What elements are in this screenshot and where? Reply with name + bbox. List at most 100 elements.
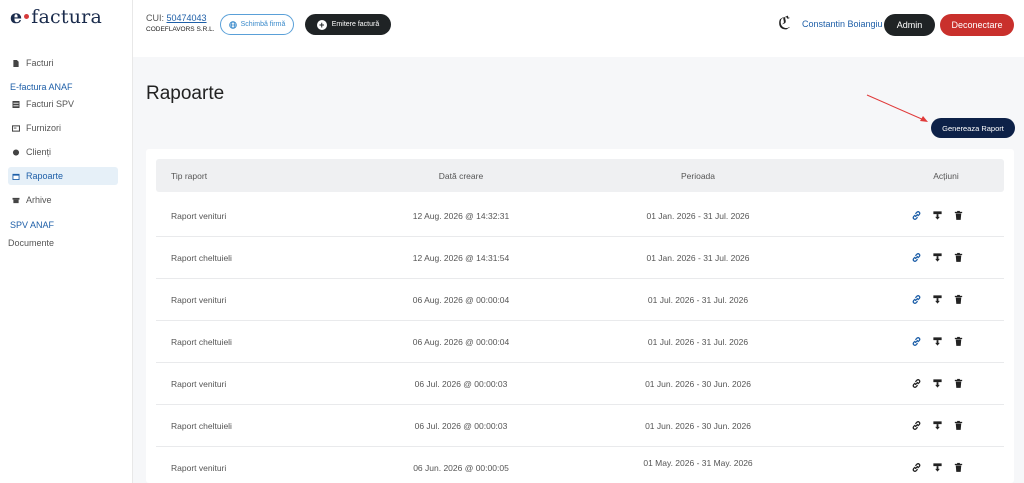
report-created: 06 Jul. 2026 @ 00:00:03 — [414, 379, 508, 389]
trash-icon[interactable] — [953, 210, 964, 221]
document-icon — [13, 59, 19, 67]
generate-report-button[interactable]: Genereaza Raport — [931, 118, 1015, 138]
issue-invoice-button[interactable]: + Emitere factură — [305, 14, 391, 35]
report-period: 01 Jul. 2026 - 31 Jul. 2026 — [647, 295, 749, 305]
download-icon[interactable] — [932, 252, 943, 263]
trash-icon[interactable] — [953, 252, 964, 263]
table-row: Raport cheltuieli 06 Aug. 2026 @ 00:00:04… — [156, 321, 1004, 363]
column-header-period: Perioada — [680, 171, 716, 181]
link-icon[interactable] — [911, 294, 922, 305]
sidebar-item-label: Facturi — [26, 58, 54, 68]
sidebar-item-facturi-spv[interactable]: Facturi SPV — [8, 95, 74, 113]
row-actions — [911, 378, 964, 389]
link-icon[interactable] — [911, 420, 922, 431]
report-created: 12 Aug. 2026 @ 14:31:54 — [412, 253, 510, 263]
report-type: Raport venituri — [171, 379, 227, 389]
sidebar-item-documente[interactable]: Documente — [4, 234, 54, 252]
report-created: 12 Aug. 2026 @ 14:32:31 — [412, 211, 510, 221]
sidebar-item-label: Clienți — [26, 147, 52, 157]
company-name: CODEFLAVORS S.R.L. — [146, 26, 215, 33]
top-header: CUI: 50474043 CODEFLAVORS S.R.L. Schimbă… — [133, 0, 1024, 57]
report-period: 01 Jan. 2026 - 31 Jul. 2026 — [646, 253, 750, 263]
sidebar-item-arhive[interactable]: Arhive — [8, 191, 52, 209]
link-icon[interactable] — [911, 210, 922, 221]
report-created: 06 Jun. 2026 @ 00:00:05 — [413, 463, 509, 473]
sidebar-item-facturi[interactable]: Facturi — [8, 54, 54, 72]
report-type: Raport venituri — [171, 463, 227, 473]
row-actions — [911, 420, 964, 431]
report-created: 06 Aug. 2026 @ 00:00:04 — [412, 295, 510, 305]
report-period: 01 Jan. 2026 - 31 Jul. 2026 — [646, 211, 750, 221]
globe-icon — [228, 20, 237, 29]
link-icon[interactable] — [911, 378, 922, 389]
column-header-created: Dată creare — [438, 171, 484, 181]
sidebar-item-furnizori[interactable]: Furnizori — [8, 119, 61, 137]
table-row: Raport cheltuieli 12 Aug. 2026 @ 14:31:54… — [156, 237, 1004, 279]
logo-dot-icon — [24, 14, 30, 19]
download-icon[interactable] — [932, 462, 943, 473]
download-icon[interactable] — [932, 420, 943, 431]
change-company-label: Schimbă firmă — [240, 21, 286, 28]
table-row: Raport venituri 06 Jun. 2026 @ 00:00:05 01… — [156, 447, 1004, 483]
report-created: 06 Aug. 2026 @ 00:00:04 — [412, 337, 510, 347]
download-icon[interactable] — [932, 210, 943, 221]
report-period: 01 Jun. 2026 - 30 Jun. 2026 — [645, 421, 751, 431]
link-icon[interactable] — [911, 252, 922, 263]
report-type: Raport venituri — [171, 211, 227, 221]
column-header-actions: Acțiuni — [933, 171, 959, 181]
page-title: Rapoarte — [146, 83, 225, 104]
plus-circle-icon: + — [316, 19, 327, 30]
globe-icon — [12, 148, 20, 156]
row-actions — [911, 294, 964, 305]
trash-icon[interactable] — [953, 294, 964, 305]
sidebar-item-label: Furnizori — [26, 123, 62, 133]
row-actions — [911, 252, 964, 263]
trash-icon[interactable] — [953, 462, 964, 473]
table-row: Raport venituri 06 Jul. 2026 @ 00:00:03 01… — [156, 363, 1004, 405]
annotation-arrow-icon — [866, 94, 928, 122]
sidebar-item-label: Documente — [8, 238, 55, 248]
report-type: Raport cheltuieli — [171, 337, 232, 347]
issue-invoice-label: Emitere factură — [331, 21, 380, 28]
cui-label: CUI: — [146, 13, 164, 23]
cui-link[interactable]: 50474043 — [167, 13, 207, 23]
card-icon — [12, 124, 20, 132]
sidebar-item-label: Arhive — [26, 195, 52, 205]
table-header: Tip raport Dată creare Perioada Acțiuni — [156, 159, 1004, 192]
efactura-logo[interactable]: e factura — [10, 6, 102, 28]
table-row: Raport venituri 06 Aug. 2026 @ 00:00:04 01… — [156, 279, 1004, 321]
sidebar-section-spv: SPV ANAF — [10, 220, 55, 230]
list-icon — [12, 100, 20, 108]
reports-table-card: Tip raport Dată creare Perioada Acțiuni … — [146, 149, 1014, 483]
download-icon[interactable] — [932, 378, 943, 389]
trash-icon[interactable] — [953, 420, 964, 431]
report-period: 01 May. 2026 - 31 May. 2026 — [643, 458, 753, 468]
sidebar-item-label: Facturi SPV — [26, 99, 75, 109]
sidebar-item-rapoarte[interactable]: Rapoarte — [8, 167, 118, 185]
cui-info: CUI: 50474043 — [146, 13, 207, 23]
user-logo-icon: ℭ — [778, 13, 791, 34]
table-row: Raport venituri 12 Aug. 2026 @ 14:32:31 01… — [156, 195, 1004, 237]
column-header-type: Tip raport — [171, 171, 208, 181]
link-icon[interactable] — [911, 336, 922, 347]
sidebar-item-clienti[interactable]: Clienți — [8, 143, 51, 161]
report-period: 01 Jun. 2026 - 30 Jun. 2026 — [645, 379, 751, 389]
trash-icon[interactable] — [953, 378, 964, 389]
main-content: Rapoarte Genereaza Raport Tip raport Dat… — [133, 57, 1024, 483]
trash-icon[interactable] — [953, 336, 964, 347]
report-type: Raport cheltuieli — [171, 253, 232, 263]
report-created: 06 Jul. 2026 @ 00:00:03 — [414, 421, 508, 431]
report-type: Raport venituri — [171, 295, 227, 305]
admin-button[interactable]: Admin — [884, 14, 935, 36]
logo-name: factura — [31, 6, 102, 28]
link-icon[interactable] — [911, 462, 922, 473]
logo-letter: e — [10, 6, 23, 28]
change-company-button[interactable]: Schimbă firmă — [220, 14, 294, 35]
download-icon[interactable] — [932, 336, 943, 347]
download-icon[interactable] — [932, 294, 943, 305]
row-actions — [911, 210, 964, 221]
archive-icon — [12, 197, 20, 203]
calendar-icon — [12, 173, 20, 180]
user-name[interactable]: Constantin Boiangiu — [802, 19, 883, 29]
logout-button[interactable]: Deconectare — [940, 14, 1014, 36]
